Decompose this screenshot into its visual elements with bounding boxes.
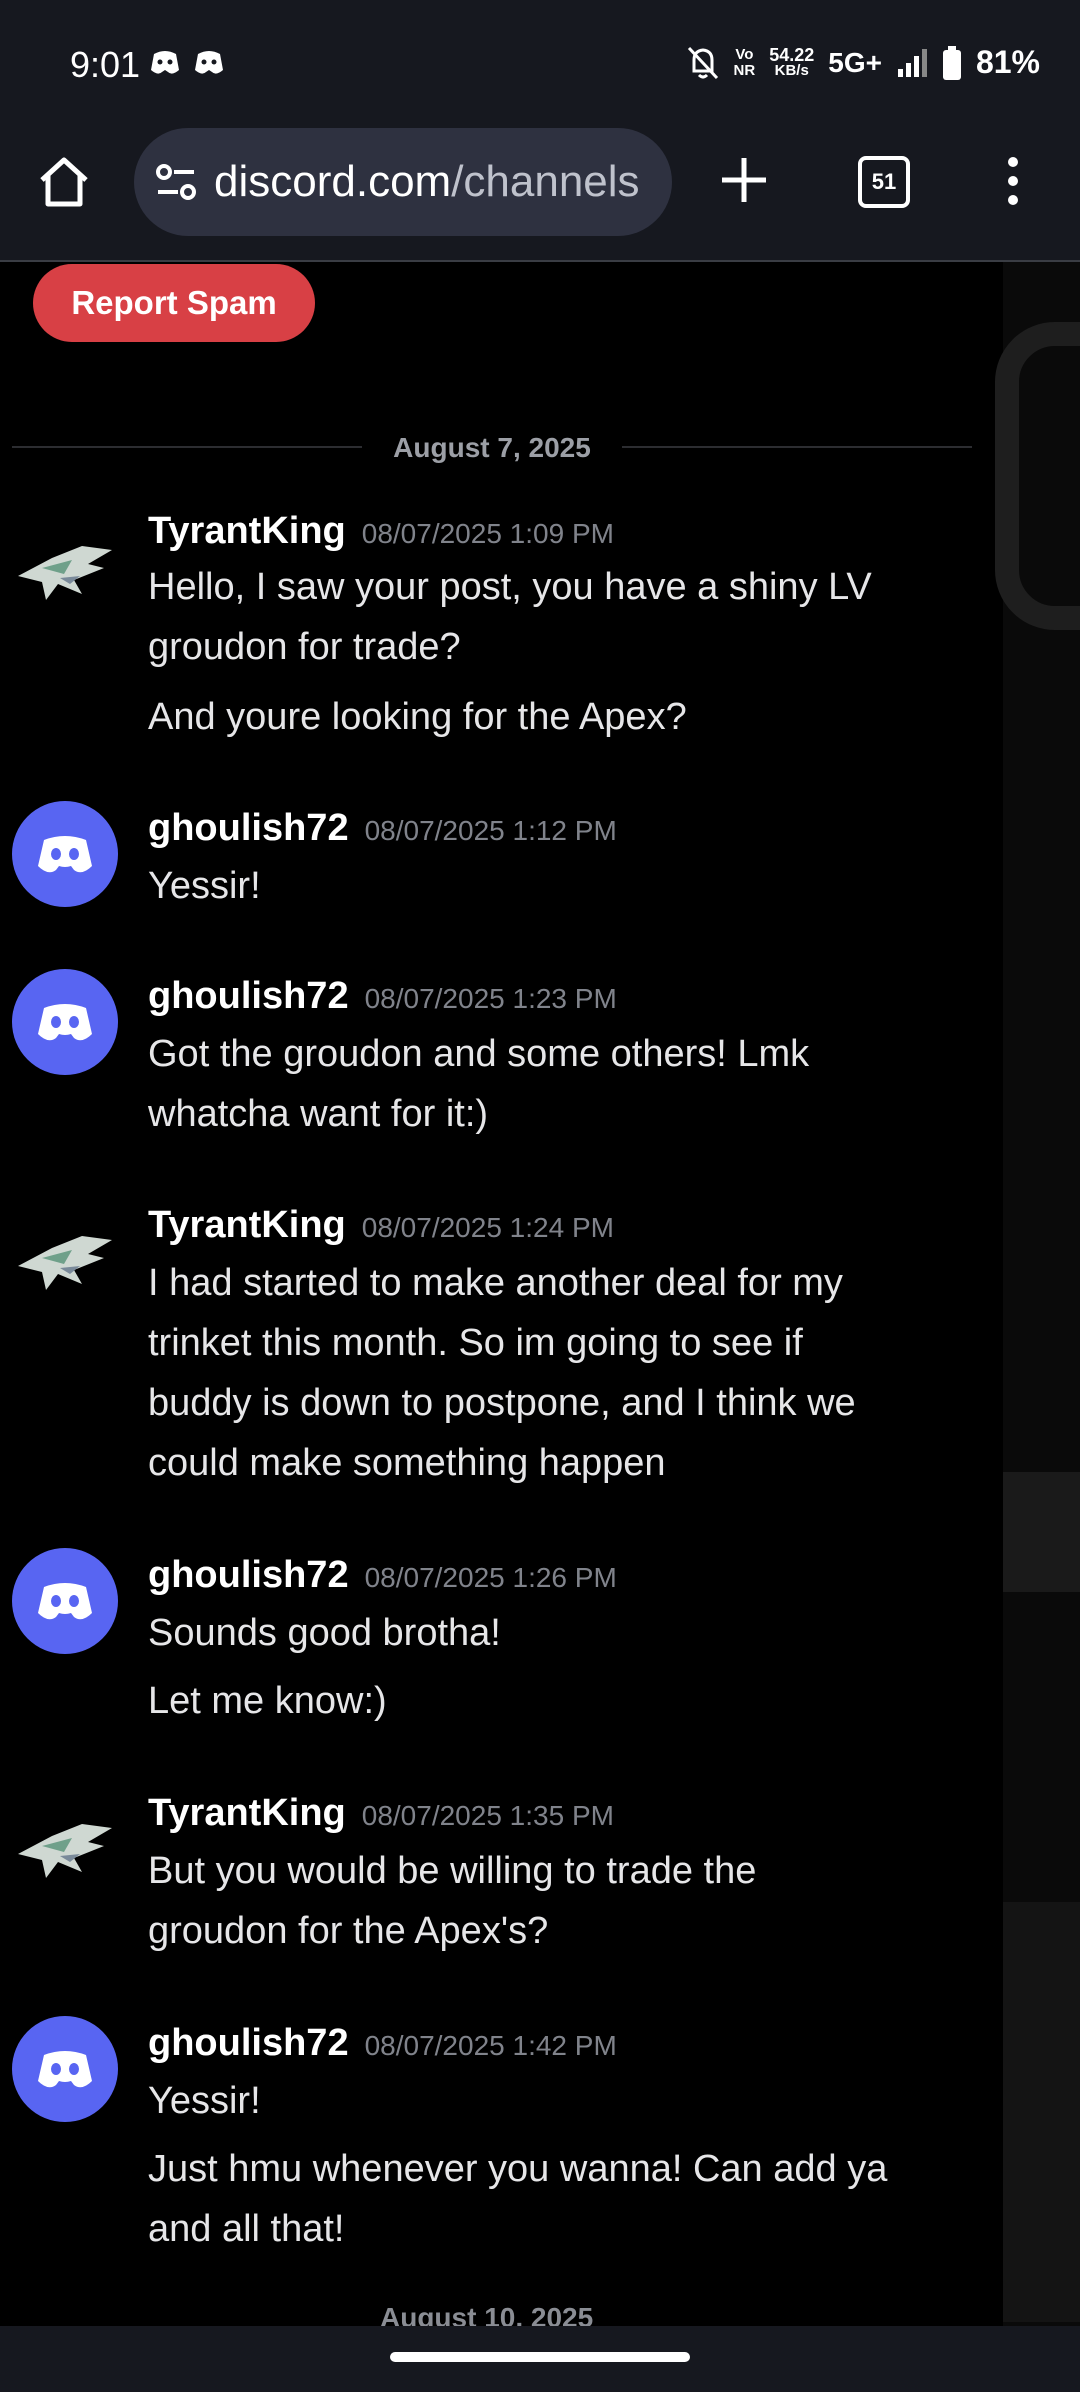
user-avatar[interactable] bbox=[12, 1208, 118, 1314]
site-settings-icon[interactable] bbox=[154, 162, 198, 202]
message-text: and all that! bbox=[148, 2208, 345, 2250]
report-spam-button[interactable]: Report Spam bbox=[33, 264, 315, 342]
message-text: Yessir! bbox=[148, 2080, 261, 2122]
user-avatar[interactable] bbox=[12, 1796, 118, 1902]
message-text: But you would be willing to trade the bbox=[148, 1850, 757, 1892]
message-text: could make something happen bbox=[148, 1442, 666, 1484]
mute-bell-icon bbox=[687, 46, 718, 79]
message-text: I had started to make another deal for m… bbox=[148, 1262, 843, 1304]
author-name[interactable]: ghoulish72 bbox=[148, 975, 349, 1017]
home-button[interactable] bbox=[36, 154, 92, 215]
home-icon bbox=[40, 157, 88, 207]
notification-icons bbox=[150, 48, 224, 76]
message[interactable]: ghoulish72 08/07/2025 1:12 PM Yessir! bbox=[0, 801, 1003, 917]
message[interactable]: TyrantKing 08/07/2025 1:24 PM I had start… bbox=[0, 1204, 1003, 1484]
overflow-menu-button[interactable] bbox=[1000, 156, 1026, 211]
discord-notification-icon bbox=[195, 51, 223, 74]
message[interactable]: ghoulish72 08/07/2025 1:42 PM Yessir! Jus… bbox=[0, 2016, 1003, 2250]
tab-switcher-button[interactable]: 51 bbox=[858, 156, 910, 208]
address-bar[interactable]: discord.com/channels bbox=[134, 128, 672, 236]
author-name[interactable]: TyrantKing bbox=[148, 1204, 346, 1246]
date-divider: August 7, 2025 bbox=[12, 432, 972, 463]
user-avatar[interactable] bbox=[12, 801, 118, 907]
timestamp: 08/07/2025 1:26 PM bbox=[364, 1562, 617, 1593]
user-avatar[interactable] bbox=[12, 969, 118, 1075]
url-text: discord.com/channels bbox=[214, 157, 640, 206]
plus-icon bbox=[722, 158, 766, 202]
message-text: Sounds good brotha! bbox=[148, 1612, 501, 1654]
message-text: Yessir! bbox=[148, 865, 261, 907]
timestamp: 08/07/2025 1:12 PM bbox=[364, 815, 617, 846]
network-type: 5G+ bbox=[828, 46, 882, 78]
battery-icon bbox=[942, 45, 961, 80]
message-text: groudon for the Apex's? bbox=[148, 1910, 549, 1952]
timestamp: 08/07/2025 1:35 PM bbox=[361, 1800, 614, 1831]
more-vert-icon bbox=[1008, 157, 1018, 205]
author-name[interactable]: ghoulish72 bbox=[148, 1554, 349, 1596]
battery-level: 81% bbox=[975, 44, 1040, 80]
message-text: Just hmu whenever you wanna! Can add ya bbox=[148, 2148, 888, 2190]
author-name[interactable]: TyrantKing bbox=[148, 510, 346, 552]
discord-logo-icon bbox=[38, 1583, 92, 1620]
browser-toolbar: discord.com/channels 51 bbox=[0, 110, 1080, 262]
gesture-handle[interactable] bbox=[390, 2352, 690, 2362]
discord-logo-icon bbox=[38, 836, 92, 873]
pokemon-avatar-icon bbox=[18, 1236, 112, 1290]
date-divider-label: August 7, 2025 bbox=[393, 432, 591, 463]
timestamp: 08/07/2025 1:24 PM bbox=[361, 1212, 614, 1243]
message-text: Let me know:) bbox=[148, 1680, 387, 1722]
date-divider-label: August 10, 2025 bbox=[380, 2302, 594, 2326]
author-name[interactable]: ghoulish72 bbox=[148, 2022, 349, 2064]
pokemon-avatar-icon bbox=[18, 1824, 112, 1878]
chat-view: Report Spam August 7, 2025 TyrantKing 08/… bbox=[0, 262, 1080, 2326]
discord-logo-icon bbox=[38, 2051, 92, 2088]
message-text: trinket this month. So im going to see i… bbox=[148, 1322, 803, 1364]
user-avatar[interactable] bbox=[12, 518, 118, 624]
network-speed: 54.22 KB/s bbox=[769, 44, 815, 79]
status-time: 9:01 bbox=[70, 44, 141, 85]
user-avatar[interactable] bbox=[12, 1548, 118, 1654]
author-name[interactable]: ghoulish72 bbox=[148, 807, 349, 849]
author-name[interactable]: TyrantKing bbox=[148, 1792, 346, 1834]
volte-indicator: Vo NR bbox=[733, 45, 756, 79]
timestamp: 08/07/2025 1:09 PM bbox=[361, 518, 614, 549]
pokemon-avatar-icon bbox=[18, 546, 112, 600]
message-text: And youre looking for the Apex? bbox=[148, 696, 687, 738]
message[interactable]: TyrantKing 08/07/2025 1:35 PM But you wou… bbox=[0, 1792, 1003, 1952]
message[interactable]: TyrantKing 08/07/2025 1:09 PM Hello, I sa… bbox=[0, 510, 1003, 738]
discord-logo-icon bbox=[38, 1004, 92, 1041]
message[interactable]: ghoulish72 08/07/2025 1:23 PM Got the gro… bbox=[0, 969, 1003, 1135]
message-text: buddy is down to postpone, and I think w… bbox=[148, 1382, 856, 1424]
message-text: Hello, I saw your post, you have a shiny… bbox=[148, 566, 872, 608]
background-side-panel bbox=[995, 262, 1080, 2326]
user-avatar[interactable] bbox=[12, 2016, 118, 2122]
message-text: groudon for trade? bbox=[148, 626, 461, 668]
message-text: whatcha want for it:) bbox=[148, 1093, 489, 1135]
timestamp: 08/07/2025 1:23 PM bbox=[364, 983, 617, 1014]
discord-notification-icon bbox=[151, 51, 179, 74]
message[interactable]: ghoulish72 08/07/2025 1:26 PM Sounds good… bbox=[0, 1548, 1003, 1722]
new-tab-button[interactable] bbox=[718, 154, 770, 211]
signal-icon bbox=[897, 48, 927, 77]
system-indicators: Vo NR 54.22 KB/s 5G+ 81% bbox=[686, 44, 1040, 81]
background-letter bbox=[995, 322, 1080, 630]
message-text: Got the groudon and some others! Lmk bbox=[148, 1033, 810, 1075]
timestamp: 08/07/2025 1:42 PM bbox=[364, 2030, 617, 2061]
